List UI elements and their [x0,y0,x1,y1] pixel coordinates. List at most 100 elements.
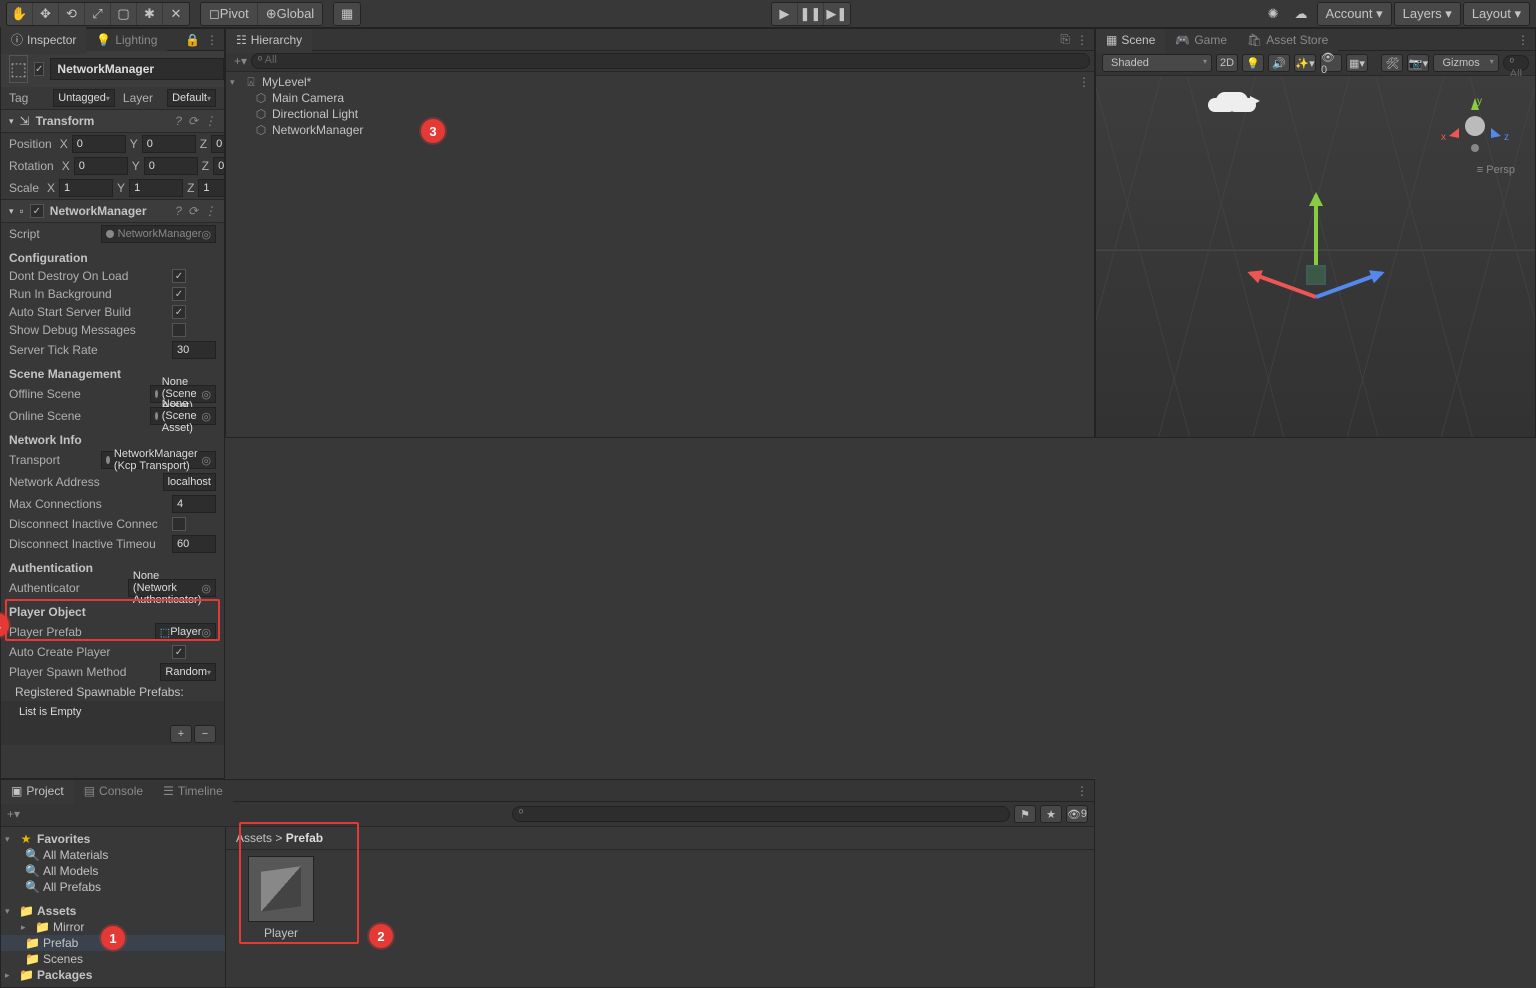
menu-icon[interactable]: ⋮ [1076,784,1088,798]
scale-tool[interactable]: ⤢ [85,3,111,25]
audio-icon[interactable]: 🔊 [1268,54,1290,72]
orientation-gizmo[interactable]: y x z [1445,96,1505,156]
collab-icon[interactable]: ✺ [1261,3,1287,25]
list-remove-button[interactable]: − [194,725,216,743]
menu-icon[interactable]: ⋮ [1517,33,1529,47]
menu-icon[interactable]: ⋮ [204,204,216,218]
layer-dropdown[interactable]: Default [167,89,216,107]
folder-item[interactable]: 📁Scenes [1,951,225,967]
gameobject-row[interactable]: ⬡Directional Light [226,106,1094,122]
reset-icon[interactable]: ⟳ [188,114,198,128]
2d-toggle[interactable]: 2D [1216,54,1238,72]
custom-tool[interactable]: ✕ [163,3,189,25]
assets-header[interactable]: ▾📁Assets [1,903,225,919]
popout-icon[interactable]: ⎘ [1060,32,1070,47]
hidden-icon[interactable]: 👁 9 [1066,805,1088,823]
online-scene-field[interactable]: None (Scene Asset)◎ [150,407,216,425]
hierarchy-search[interactable]: ᵒ All [251,53,1090,69]
folder-item[interactable]: ▸📁Mirror [1,919,225,935]
timeline-tab[interactable]: ☰ Timeline [153,780,233,802]
gizmos-dropdown[interactable]: Gizmos [1433,54,1498,72]
player-prefab-field[interactable]: ⬚Player◎ [155,623,216,641]
pivot-toggle[interactable]: ◻ Pivot [201,3,258,25]
scale-x[interactable]: 1 [59,179,113,197]
project-tab[interactable]: ▣ Project [1,780,74,804]
layout-dropdown[interactable]: Layout ▾ [1464,3,1529,25]
favorite-item[interactable]: 🔍All Materials [1,847,225,863]
tag-dropdown[interactable]: Untagged [53,89,115,107]
help-icon[interactable]: ? [175,204,182,218]
console-tab[interactable]: ▤ Console [74,780,153,802]
packages-header[interactable]: ▸📁Packages [1,967,225,983]
scene-tab[interactable]: ▦ Scene [1096,29,1165,53]
help-icon[interactable]: ? [175,114,182,128]
list-add-button[interactable]: + [170,725,192,743]
maxconn-field[interactable]: 4 [172,495,216,513]
disconnect-timeout-field[interactable]: 60 [172,535,216,553]
scene-search[interactable]: ᵒ All [1503,55,1529,71]
fav-icon[interactable]: ★ [1040,805,1062,823]
auto-start-checkbox[interactable]: ✓ [172,305,186,319]
address-field[interactable]: localhost [163,473,216,491]
lighting-tab[interactable]: 💡 Lighting [86,29,167,51]
grid-icon[interactable]: ▦▾ [1346,54,1368,72]
move-gizmo[interactable] [1216,175,1416,375]
assetstore-tab[interactable]: 🛍 Asset Store [1237,29,1338,51]
step-button[interactable]: ▶❚ [824,3,850,25]
multi-tool[interactable]: ✱ [137,3,163,25]
reset-icon[interactable]: ⟳ [188,204,198,218]
dont-destroy-checkbox[interactable]: ✓ [172,269,186,283]
auto-create-checkbox[interactable]: ✓ [172,645,186,659]
hierarchy-tab[interactable]: ☷ Hierarchy [226,29,312,53]
folder-item-prefab[interactable]: 📁Prefab [1,935,225,951]
script-field[interactable]: NetworkManager◎ [101,225,216,243]
scene-row[interactable]: ▾⍓ MyLevel* ⋮ [226,74,1094,90]
perspective-label[interactable]: ≡ Persp [1477,164,1515,176]
pos-z[interactable]: 0 [211,135,224,153]
rect-tool[interactable]: ▢ [111,3,137,25]
rotate-tool[interactable]: ⟲ [59,3,85,25]
transport-field[interactable]: NetworkManager (Kcp Transport)◎ [101,451,216,469]
rot-z[interactable]: 0 [213,157,224,175]
light-icon[interactable]: 💡 [1242,54,1264,72]
shading-dropdown[interactable]: Shaded [1102,54,1212,72]
breadcrumb[interactable]: Assets > Prefab [226,827,1094,850]
move-tool[interactable]: ✥ [33,3,59,25]
name-field[interactable] [50,58,224,80]
rot-x[interactable]: 0 [74,157,128,175]
project-search[interactable]: ᵒ [512,806,1010,822]
asset-item-player[interactable]: Player [236,856,326,940]
authenticator-field[interactable]: None (Network Authenticator)◎ [128,579,216,597]
account-dropdown[interactable]: Account ▾ [1318,3,1391,25]
pos-x[interactable]: 0 [72,135,126,153]
gameobject-row[interactable]: ⬡Main Camera [226,90,1094,106]
scene-viewport[interactable]: y x z ≡ Persp [1096,76,1535,437]
cloud-icon[interactable]: ☁ [1289,3,1315,25]
gameobject-icon[interactable]: ⬚ [9,55,28,83]
fx-icon[interactable]: ✨▾ [1294,54,1316,72]
global-toggle[interactable]: ⊕ Global [258,3,322,25]
show-debug-checkbox[interactable] [172,323,186,337]
lock-icon[interactable]: 🔒 [185,33,200,47]
pause-button[interactable]: ❚❚ [798,3,824,25]
gameobject-row-networkmanager[interactable]: ⬡NetworkManager [226,122,1094,138]
active-checkbox[interactable]: ✓ [34,62,44,76]
menu-icon[interactable]: ⋮ [204,114,216,128]
scene-menu-icon[interactable]: ⋮ [1078,75,1090,89]
add-icon[interactable]: +▾ [7,807,20,821]
favorites-header[interactable]: ▾★Favorites [1,831,225,847]
spawn-method-dropdown[interactable]: Random [160,663,216,681]
transform-component-header[interactable]: ▾⇲ Transform ?⟳⋮ [1,109,224,133]
hidden-icon[interactable]: 👁0 [1320,54,1342,72]
layers-dropdown[interactable]: Layers ▾ [1395,3,1460,25]
camera-icon[interactable]: 📷▾ [1407,54,1429,72]
menu-icon[interactable]: ⋮ [206,33,218,47]
run-bg-checkbox[interactable]: ✓ [172,287,186,301]
pos-y[interactable]: 0 [142,135,196,153]
inspector-tab[interactable]: ⓘ Inspector [1,27,86,54]
snap-button[interactable]: ▦ [334,3,360,25]
favorite-item[interactable]: 🔍All Prefabs [1,879,225,895]
networkmanager-component-header[interactable]: ▾▫ ✓ NetworkManager ?⟳⋮ [1,199,224,223]
hand-tool[interactable]: ✋ [7,3,33,25]
add-icon[interactable]: +▾ [230,54,251,68]
